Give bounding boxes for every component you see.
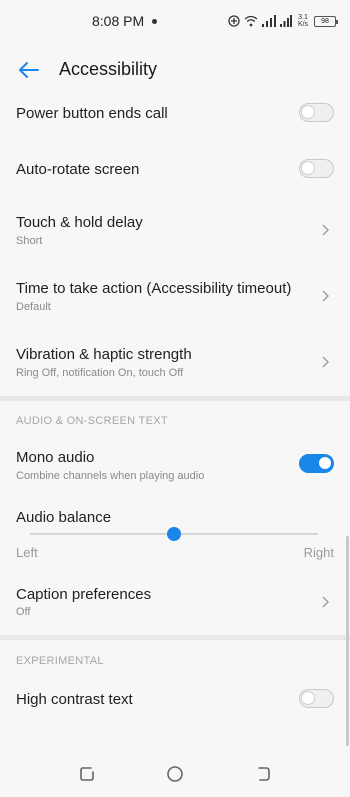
setting-title: Power button ends call: [16, 105, 168, 122]
setting-caption-preferences[interactable]: Caption preferences Off: [0, 576, 350, 626]
setting-title: Caption preferences: [16, 586, 152, 603]
setting-subtitle: Default: [16, 301, 51, 313]
setting-title: Vibration & haptic strength: [16, 346, 192, 363]
navigation-bar: [0, 752, 350, 797]
power-button-toggle[interactable]: [299, 103, 334, 122]
setting-audio-balance: Audio balance Left Right: [0, 500, 350, 570]
setting-subtitle: Ring Off, notification On, touch Off: [16, 367, 184, 379]
network-speed-unit: K/s: [297, 21, 309, 28]
chevron-right-icon: [322, 596, 329, 608]
balance-left-label: Left: [16, 545, 38, 560]
slider-thumb[interactable]: [167, 527, 181, 541]
section-header-audio: AUDIO & ON-SCREEN TEXT: [16, 415, 168, 427]
chevron-right-icon: [322, 224, 329, 236]
battery-level: 98: [321, 17, 329, 25]
page-title: Accessibility: [59, 59, 158, 79]
chevron-right-icon: [322, 290, 329, 302]
setting-title: Touch & hold delay: [16, 214, 143, 231]
setting-subtitle: Combine channels when playing audio: [16, 470, 205, 482]
setting-touch-hold-delay[interactable]: Touch & hold delay Short: [0, 205, 350, 259]
signal-strength-icon: [262, 15, 276, 27]
status-icons: 3.1 K/s 98: [228, 11, 338, 31]
setting-time-to-take-action[interactable]: Time to take action (Accessibility timeo…: [0, 270, 350, 324]
battery-icon: 98: [314, 15, 338, 27]
chevron-right-icon: [322, 356, 329, 368]
toggle-knob: [301, 691, 315, 705]
setting-subtitle: Off: [16, 606, 31, 618]
back-button[interactable]: [12, 54, 44, 86]
mono-audio-toggle[interactable]: [299, 454, 334, 473]
toggle-knob: [318, 456, 332, 470]
section-header-experimental: EXPERIMENTAL: [16, 655, 104, 667]
balance-right-label: Right: [303, 545, 334, 560]
setting-auto-rotate-screen[interactable]: Auto-rotate screen: [0, 148, 350, 192]
app-bar: Accessibility: [0, 48, 350, 92]
auto-rotate-toggle[interactable]: [299, 159, 334, 178]
section-divider: [0, 396, 350, 401]
setting-title: Audio balance: [16, 509, 112, 526]
setting-title: Time to take action (Accessibility timeo…: [16, 280, 292, 297]
setting-high-contrast-text[interactable]: High contrast text: [0, 678, 350, 722]
data-saver-icon: [228, 15, 240, 27]
network-speed-value: 3.1: [298, 14, 308, 21]
signal-strength-2-icon: [280, 15, 292, 27]
section-divider: [0, 635, 350, 640]
home-icon[interactable]: [165, 764, 185, 784]
toggle-knob: [301, 105, 315, 119]
status-time: 8:08 PM: [92, 13, 145, 29]
setting-power-button-ends-call[interactable]: Power button ends call: [0, 92, 350, 136]
notification-dot: [152, 19, 157, 24]
setting-title: Mono audio: [16, 449, 95, 466]
setting-vibration-haptic-strength[interactable]: Vibration & haptic strength Ring Off, no…: [0, 336, 350, 390]
high-contrast-toggle[interactable]: [299, 689, 334, 708]
setting-title: Auto-rotate screen: [16, 161, 140, 178]
setting-mono-audio[interactable]: Mono audio Combine channels when playing…: [0, 440, 350, 488]
scrollbar[interactable]: [346, 536, 349, 746]
back-arrow-icon: [19, 62, 39, 78]
status-bar: 8:08 PM 3.1 K/s 98: [0, 0, 350, 42]
wifi-icon: [244, 15, 258, 27]
recent-apps-icon[interactable]: [77, 764, 97, 784]
setting-subtitle: Short: [16, 235, 43, 247]
audio-balance-slider[interactable]: [30, 527, 318, 541]
back-nav-icon[interactable]: [253, 764, 273, 784]
toggle-knob: [301, 161, 315, 175]
setting-title: High contrast text: [16, 691, 133, 708]
network-speed: 3.1 K/s: [296, 14, 310, 28]
